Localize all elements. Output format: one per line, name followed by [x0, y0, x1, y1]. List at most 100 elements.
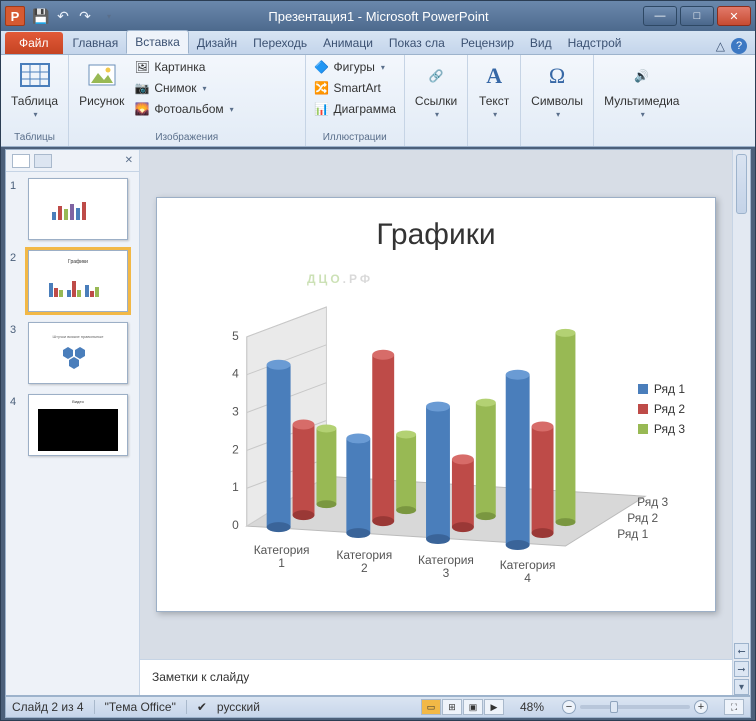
next-slide-button[interactable]: ⭢	[734, 661, 749, 677]
theme-indicator[interactable]: "Тема Office"	[105, 700, 176, 714]
picture-button[interactable]: Рисунок	[75, 58, 128, 118]
links-button[interactable]: 🔗Ссылки▾	[411, 58, 461, 121]
tab-addins[interactable]: Надстрой	[560, 32, 630, 54]
workspace: ✕ 1 2Графики 3Штучки всякие правильные 4…	[5, 149, 751, 696]
chart-icon: 📊	[314, 101, 330, 117]
table-icon	[19, 60, 51, 92]
clipart-icon: 🖼	[134, 59, 150, 75]
zoom-out-button[interactable]: −	[562, 700, 576, 714]
smartart-button[interactable]: 🔀SmartArt	[312, 79, 383, 97]
window-title: Презентация1 - Microsoft PowerPoint	[117, 9, 640, 24]
collapse-ribbon-icon[interactable]: △	[716, 39, 725, 53]
zoom-thumb[interactable]	[610, 701, 618, 713]
shapes-button[interactable]: 🔷Фигуры▾	[312, 58, 387, 76]
svg-text:Категория: Категория	[254, 543, 310, 557]
table-button[interactable]: Таблица ▾	[7, 58, 62, 121]
close-button[interactable]: ✕	[717, 6, 751, 26]
svg-text:1: 1	[232, 480, 239, 494]
slide-area: Графики ДЦО.РФ 012345	[140, 150, 732, 695]
svg-text:5: 5	[232, 329, 239, 343]
save-icon[interactable]: 💾	[33, 8, 49, 24]
svg-text:Ряд 3: Ряд 3	[637, 495, 668, 509]
speaker-icon: 🔊	[626, 60, 658, 92]
panel-close-icon[interactable]: ✕	[125, 155, 133, 166]
photoalbum-button[interactable]: 🌄Фотоальбом▾	[132, 100, 235, 118]
slideshow-view-button[interactable]: ▶	[484, 699, 504, 715]
reading-view-button[interactable]: ▣	[463, 699, 483, 715]
thumbnail-1[interactable]: 1	[10, 178, 135, 240]
svg-text:2: 2	[361, 561, 368, 575]
group-images-label: Изображения	[75, 130, 298, 143]
slide-canvas[interactable]: Графики ДЦО.РФ 012345	[140, 150, 732, 659]
fit-window-button[interactable]: ⛶	[724, 699, 744, 715]
tab-view[interactable]: Вид	[522, 32, 560, 54]
help-icon[interactable]: ?	[731, 38, 747, 54]
file-tab[interactable]: Файл	[5, 32, 63, 54]
svg-text:1: 1	[278, 556, 285, 570]
picture-icon	[86, 60, 118, 92]
symbols-button[interactable]: ΩСимволы▾	[527, 58, 587, 121]
chevron-down-icon: ▾	[34, 110, 38, 119]
group-illustrations: 🔷Фигуры▾ 🔀SmartArt 📊Диаграмма Иллюстраци…	[306, 55, 405, 146]
zoom-track[interactable]	[580, 705, 690, 709]
album-icon: 🌄	[134, 101, 150, 117]
zoom-percent[interactable]: 48%	[520, 700, 544, 714]
tab-slideshow[interactable]: Показ сла	[381, 32, 453, 54]
media-button[interactable]: 🔊Мультимедиа▾	[600, 58, 683, 121]
group-links-label	[435, 130, 438, 143]
redo-icon[interactable]: ↷	[77, 8, 93, 24]
text-icon: A	[478, 60, 510, 92]
thumbnail-4[interactable]: 4Видео	[10, 394, 135, 456]
tab-animations[interactable]: Анимаци	[315, 32, 381, 54]
svg-text:Категория: Категория	[336, 548, 392, 562]
chart-svg: 012345	[187, 262, 685, 591]
slides-tab[interactable]	[12, 154, 30, 168]
tab-design[interactable]: Дизайн	[189, 32, 245, 54]
zoom-in-button[interactable]: +	[694, 700, 708, 714]
tab-insert[interactable]: Вставка	[126, 30, 189, 54]
group-illustr-label: Иллюстрации	[323, 130, 387, 143]
sorter-view-button[interactable]: ⊞	[442, 699, 462, 715]
slide-title[interactable]: Графики	[187, 218, 685, 252]
tab-transitions[interactable]: Переходь	[245, 32, 315, 54]
svg-text:Категория: Категория	[500, 558, 556, 572]
text-button[interactable]: AТекст▾	[474, 58, 514, 121]
shapes-icon: 🔷	[314, 59, 330, 75]
notes-pane[interactable]: Заметки к слайду	[140, 659, 732, 695]
thumbnail-3[interactable]: 3Штучки всякие правильные	[10, 322, 135, 384]
slide-counter: Слайд 2 из 4	[12, 700, 84, 714]
normal-view-button[interactable]: ▭	[421, 699, 441, 715]
scrollbar-thumb[interactable]	[736, 154, 747, 214]
omega-icon: Ω	[541, 60, 573, 92]
group-tables: Таблица ▾ Таблицы	[1, 55, 69, 146]
zoom-slider: − +	[562, 700, 708, 714]
tab-review[interactable]: Рецензир	[453, 32, 522, 54]
chart-button[interactable]: 📊Диаграмма	[312, 100, 398, 118]
screenshot-button[interactable]: 📷Снимок▾	[132, 79, 235, 97]
status-bar: Слайд 2 из 4 "Тема Office" ✔ русский ▭ ⊞…	[5, 696, 751, 718]
app-icon[interactable]: P	[5, 6, 25, 26]
vertical-scrollbar[interactable]: ⭠ ⭢ ▾	[732, 150, 750, 695]
undo-icon[interactable]: ↶	[55, 8, 71, 24]
chart-legend: Ряд 1 Ряд 2 Ряд 3	[638, 382, 685, 442]
prev-slide-button[interactable]: ⭠	[734, 643, 749, 659]
minimize-button[interactable]: —	[643, 6, 677, 26]
thumbnail-2[interactable]: 2Графики	[10, 250, 135, 312]
svg-text:4: 4	[524, 571, 531, 585]
qat-dropdown-icon[interactable]: ▾	[101, 8, 117, 24]
spellcheck-icon[interactable]: ✔	[197, 700, 207, 714]
svg-text:Ряд 2: Ряд 2	[627, 511, 658, 525]
tab-home[interactable]: Главная	[65, 32, 127, 54]
group-tables-label: Таблицы	[14, 130, 55, 143]
svg-text:Категория: Категория	[418, 553, 474, 567]
maximize-button[interactable]: □	[680, 6, 714, 26]
link-icon: 🔗	[420, 60, 452, 92]
group-images: Рисунок 🖼Картинка 📷Снимок▾ 🌄Фотоальбом▾ …	[69, 55, 305, 146]
outline-tab[interactable]	[34, 154, 52, 168]
smartart-icon: 🔀	[314, 80, 330, 96]
clipart-button[interactable]: 🖼Картинка	[132, 58, 235, 76]
scroll-down-button[interactable]: ▾	[734, 679, 749, 695]
svg-text:3: 3	[232, 405, 239, 419]
language-indicator[interactable]: русский	[217, 700, 260, 714]
chart-object[interactable]: ДЦО.РФ 012345	[187, 262, 685, 591]
